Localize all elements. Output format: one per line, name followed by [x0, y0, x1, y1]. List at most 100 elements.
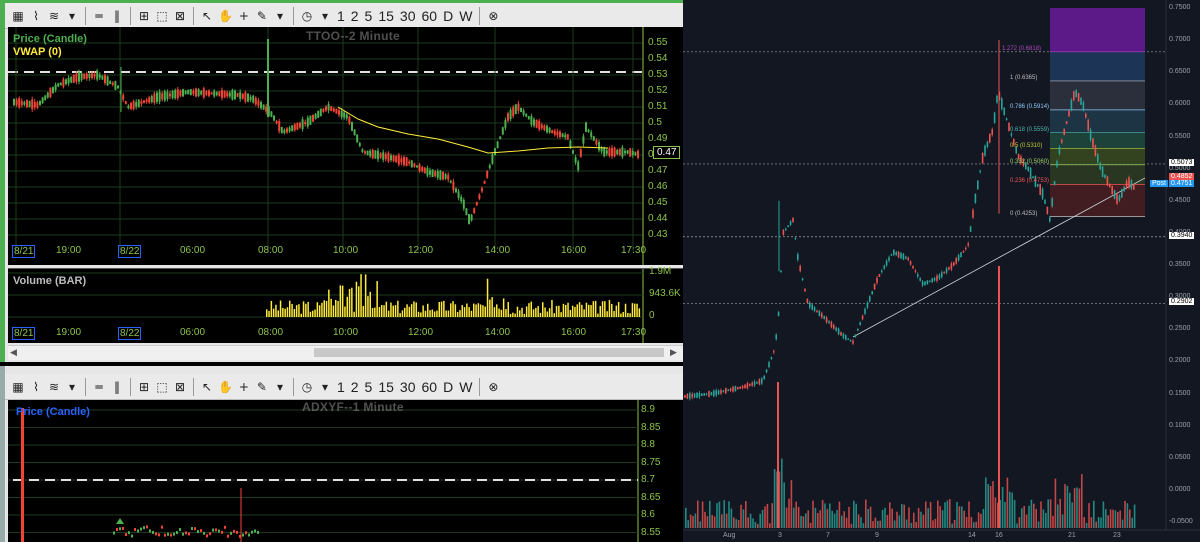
line-style-icon[interactable]: ⌇ [29, 7, 43, 25]
interval-15[interactable]: 15 [378, 379, 394, 395]
interval-2[interactable]: 2 [351, 8, 359, 24]
hand-icon[interactable]: ✋ [218, 7, 233, 25]
plus-icon[interactable]: + [237, 378, 251, 396]
tv-candle-body [705, 393, 708, 395]
tradingview-chart[interactable]: 0.7500 0.7000 0.6500 0.6000 0.5500 0.5000 0.45… [683, 0, 1200, 542]
volume-bar [415, 302, 417, 317]
tv-candle-body [1046, 206, 1049, 215]
volume-bar [555, 306, 558, 317]
tv-candle-body [907, 257, 909, 261]
volume-bar [289, 300, 291, 317]
zoom-out-icon[interactable]: ⊠ [173, 7, 187, 25]
candle-body [194, 527, 196, 531]
indicator-icon[interactable]: ≋ [47, 7, 61, 25]
interval-5[interactable]: 5 [365, 8, 373, 24]
tv-volume-bar [1097, 517, 1100, 528]
interval-day[interactable]: D [443, 379, 453, 395]
interval-1[interactable]: 1 [337, 8, 345, 24]
zoom-box-icon[interactable]: ⬚ [155, 378, 169, 396]
clock-icon[interactable]: ◷ [300, 7, 314, 25]
indicator-icon[interactable]: ≋ [47, 378, 61, 396]
volume-bar [636, 303, 638, 317]
scroll-left-arrow-icon[interactable]: ◀ [10, 347, 17, 358]
candle-body [137, 529, 139, 533]
interval-week[interactable]: W [459, 379, 472, 395]
pencil-icon[interactable]: ✎ [255, 7, 269, 25]
tv-volume-bar [898, 515, 901, 528]
scroll-right-arrow-icon[interactable]: ▶ [670, 347, 677, 358]
interval-week[interactable]: W [459, 8, 472, 24]
tv-volume-bar [1052, 515, 1054, 528]
line-style-icon[interactable]: ⌇ [29, 378, 43, 396]
chart-toolbar: ▦ ⌇ ≋ ▾ ═ ‖ ⊞ ⬚ ⊠ ↖ ✋ + ✎ ▾ ◷ ▾ 1 2 5 15… [5, 3, 683, 29]
horizontal-line-icon[interactable]: ═ [92, 7, 106, 25]
tv-candle-body [787, 225, 789, 228]
interval-5[interactable]: 5 [365, 379, 373, 395]
indicator-price-candle[interactable]: Price (Candle) [16, 406, 90, 418]
horizontal-line-icon[interactable]: ═ [92, 378, 106, 396]
draw-shape-icon[interactable]: ▦ [11, 378, 25, 396]
candle-body [46, 92, 49, 98]
candle-body [483, 180, 486, 184]
crosshair-icon[interactable]: ⊞ [137, 378, 151, 396]
interval-30[interactable]: 30 [400, 8, 416, 24]
candle-body [161, 93, 164, 100]
volume-bar [399, 313, 401, 317]
volume-panel[interactable]: Volume (BAR) 1.9M 943.6K 0 8/21 19:00 8/22 06… [8, 266, 683, 343]
cursor-icon[interactable]: ↖ [200, 378, 214, 396]
volume-bar [574, 306, 576, 317]
tv-candle-body [895, 252, 897, 255]
scrollbar-thumb[interactable] [314, 348, 664, 357]
close-circle-icon[interactable]: ⊗ [486, 7, 500, 25]
tv-candle-body [780, 270, 782, 273]
zoom-out-icon[interactable]: ⊠ [173, 378, 187, 396]
tv-candle-body [799, 265, 801, 272]
horizontal-scrollbar[interactable]: ◀ ▶ [8, 345, 683, 360]
dropdown-arrow-icon[interactable]: ▾ [273, 7, 287, 25]
indicator-vwap[interactable]: VWAP (0) [13, 46, 62, 58]
pencil-icon[interactable]: ✎ [255, 378, 269, 396]
plus-icon[interactable]: + [237, 7, 251, 25]
zoom-box-icon[interactable]: ⬚ [155, 7, 169, 25]
tv-candle-body [912, 265, 914, 269]
tv-volume-bar [1045, 512, 1047, 528]
interval-30[interactable]: 30 [400, 379, 416, 395]
hand-icon[interactable]: ✋ [218, 378, 233, 396]
interval-60[interactable]: 60 [422, 379, 438, 395]
indicator-price-candle[interactable]: Price (Candle) [13, 33, 87, 45]
interval-2[interactable]: 2 [351, 379, 359, 395]
candle-body [535, 119, 538, 128]
interval-1[interactable]: 1 [337, 379, 345, 395]
volume-bar [314, 309, 316, 317]
candle-body [330, 106, 333, 112]
volume-bar [397, 300, 399, 317]
cursor-icon[interactable]: ↖ [200, 7, 214, 25]
price-panel[interactable]: TTOO--2 Minute Price (Candle) VWAP (0) 0… [8, 27, 683, 265]
candle-body [148, 97, 151, 103]
price-panel[interactable]: ADXYF--1 Minute Price (Candle) 8.9 8.85 8.… [8, 400, 683, 542]
dropdown-arrow-icon[interactable]: ▾ [318, 7, 332, 25]
volume-bar [293, 308, 296, 317]
candle-body [145, 99, 148, 102]
candle-body [62, 79, 65, 87]
dropdown-arrow-icon[interactable]: ▾ [273, 378, 287, 396]
interval-60[interactable]: 60 [422, 8, 438, 24]
clock-icon[interactable]: ◷ [300, 378, 314, 396]
interval-day[interactable]: D [443, 8, 453, 24]
tv-candle-body [691, 394, 693, 398]
tv-volume-bar [809, 522, 812, 528]
vertical-line-icon[interactable]: ‖ [110, 378, 124, 396]
vertical-line-icon[interactable]: ‖ [110, 7, 124, 25]
interval-15[interactable]: 15 [378, 8, 394, 24]
dropdown-arrow-icon[interactable]: ▾ [318, 378, 332, 396]
dropdown-arrow-icon[interactable]: ▾ [65, 378, 79, 396]
tv-candle-body [693, 393, 696, 398]
volume-bar [592, 301, 595, 317]
dropdown-arrow-icon[interactable]: ▾ [65, 7, 79, 25]
tv-candle-body [878, 274, 881, 277]
crosshair-icon[interactable]: ⊞ [137, 7, 151, 25]
draw-shape-icon[interactable]: ▦ [11, 7, 25, 25]
close-circle-icon[interactable]: ⊗ [486, 378, 500, 396]
candle-body [251, 530, 253, 534]
tv-volume-bar [1083, 517, 1085, 528]
